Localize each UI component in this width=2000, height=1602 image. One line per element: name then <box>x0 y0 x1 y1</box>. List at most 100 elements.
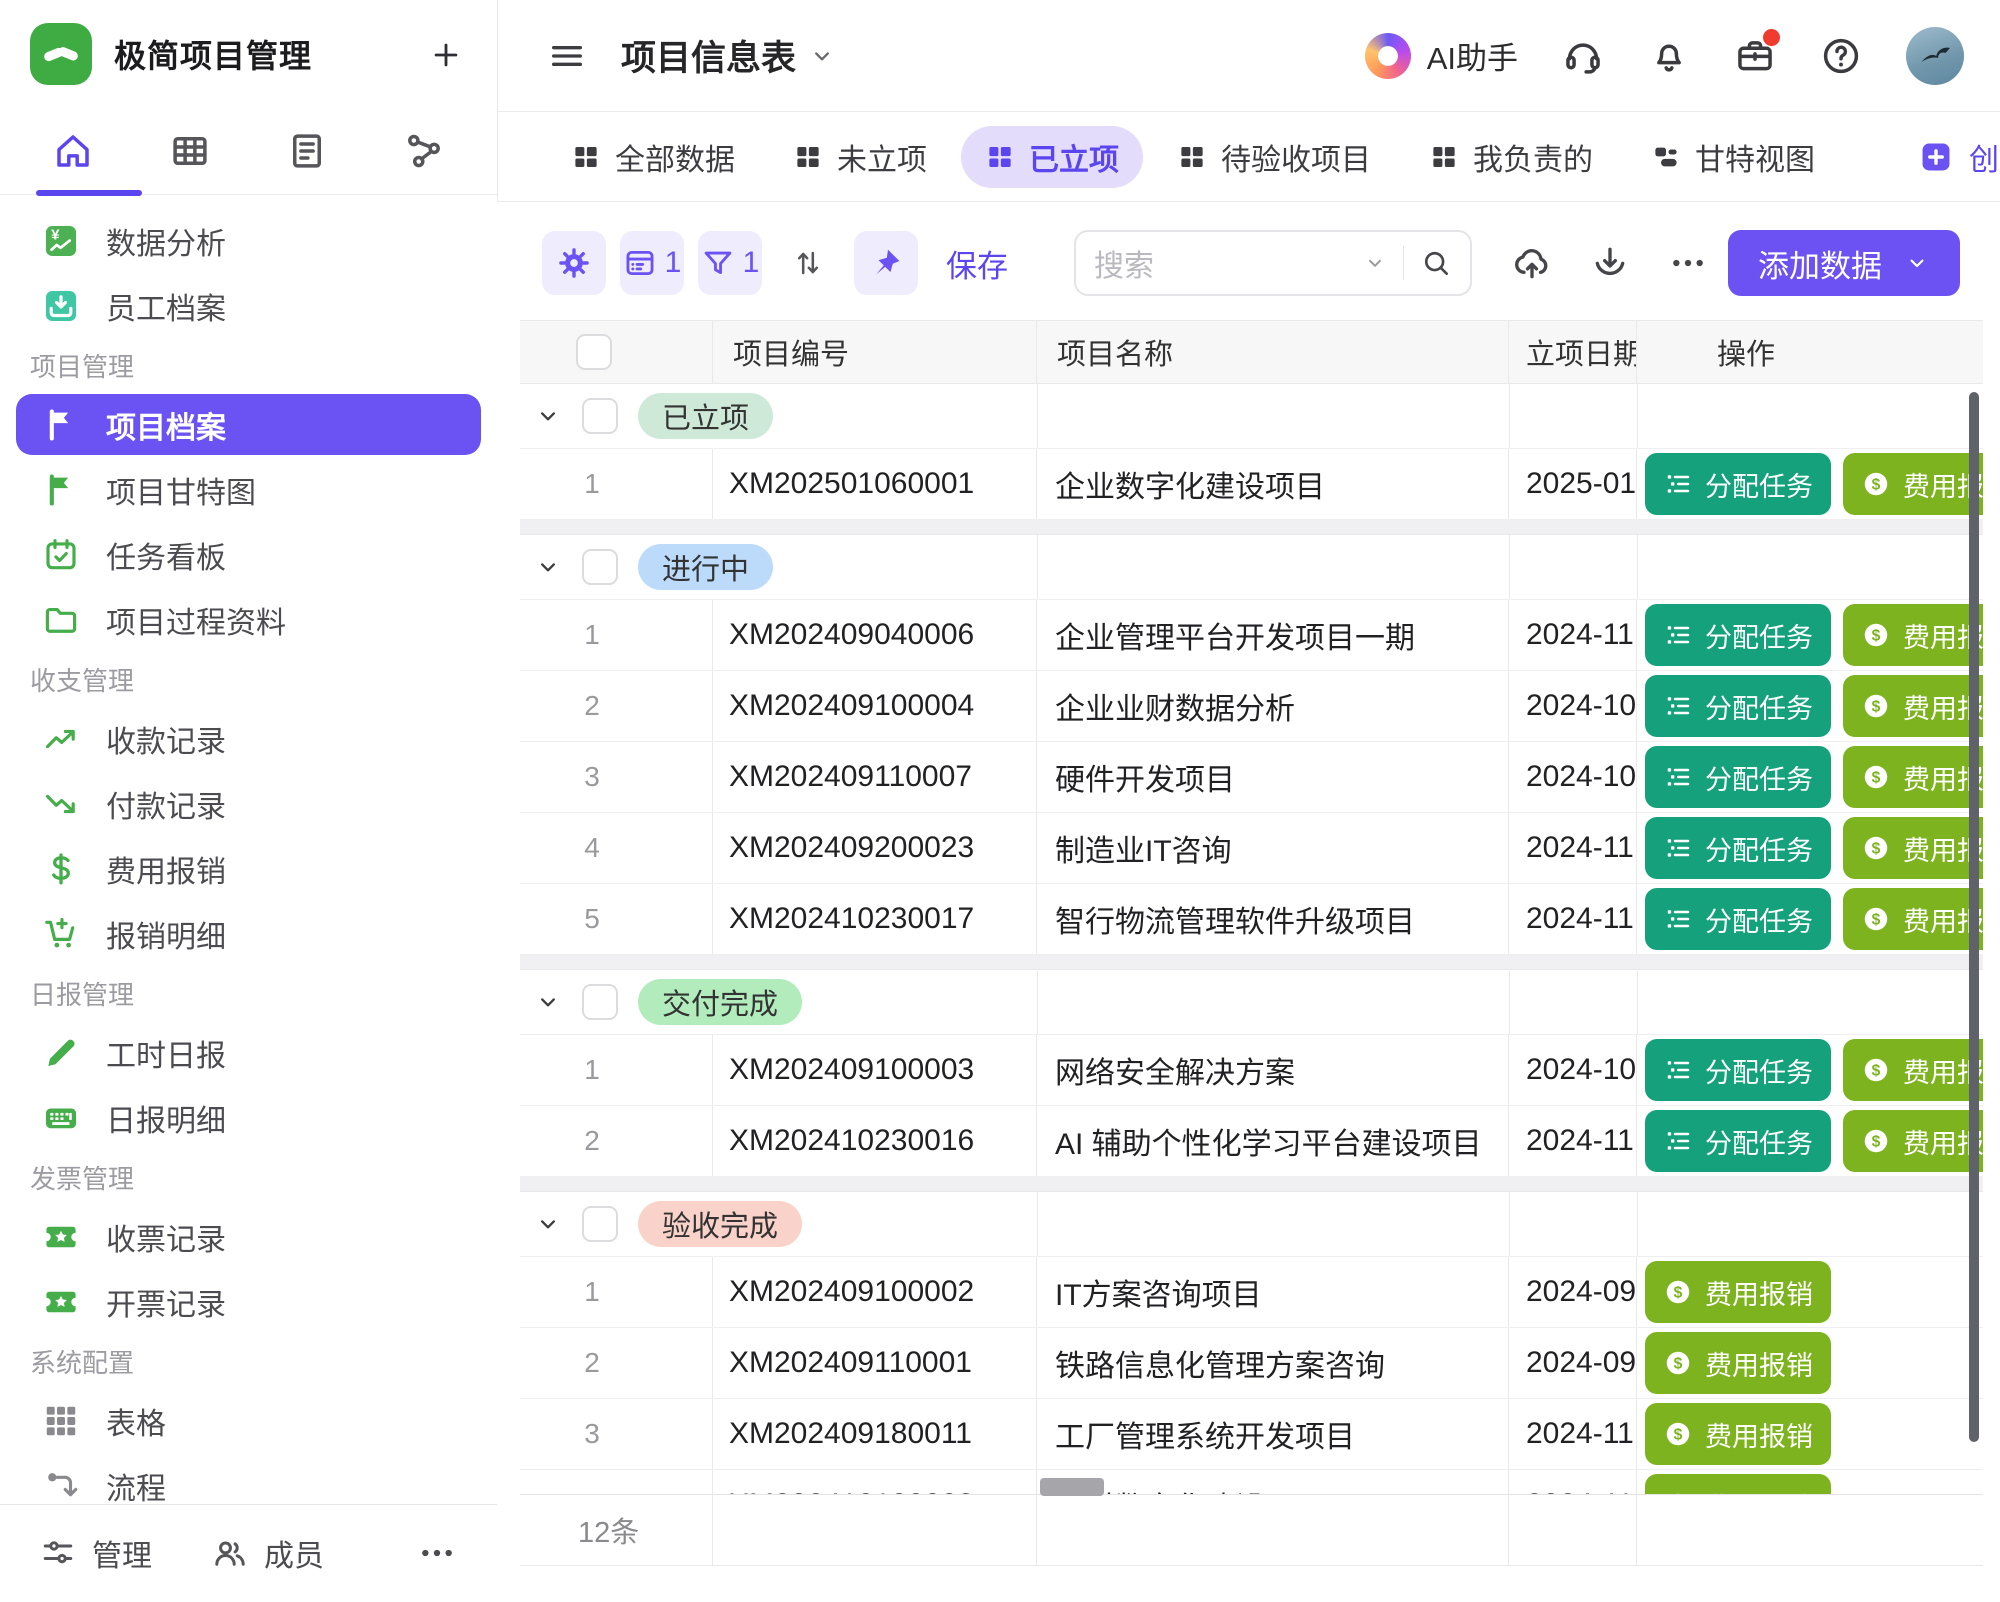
sidebar-more-button[interactable] <box>417 1533 457 1573</box>
sidebar-item[interactable]: 付款记录 <box>0 771 497 836</box>
row-number: 5 <box>576 903 608 935</box>
search-input[interactable]: 搜索 <box>1074 230 1472 296</box>
help-icon[interactable] <box>1820 35 1862 77</box>
sidebar-item[interactable]: 流程 <box>0 1453 497 1505</box>
sidebar-top-tab-table[interactable] <box>169 130 211 172</box>
sort-button[interactable] <box>776 231 840 295</box>
expense-report-button[interactable]: $费用报销 <box>1843 1110 1983 1172</box>
assign-task-button[interactable]: 分配任务 <box>1645 453 1831 515</box>
sidebar-item[interactable]: 开票记录 <box>0 1269 497 1334</box>
view-tab[interactable]: 甘特视图 <box>1627 126 1839 188</box>
pin-button[interactable] <box>854 231 918 295</box>
table-row[interactable]: 2XM202409100004企业业财数据分析2024-10分配任务$费用报销 <box>520 671 1983 742</box>
notifications-bell-icon[interactable] <box>1648 35 1690 77</box>
assign-task-button[interactable]: 分配任务 <box>1645 888 1831 950</box>
assign-task-button[interactable]: 分配任务 <box>1645 604 1831 666</box>
title-dropdown-chevron-icon[interactable] <box>808 42 836 70</box>
sidebar-item[interactable]: 项目过程资料 <box>0 587 497 652</box>
sidebar-top-tab-home[interactable] <box>52 130 94 172</box>
settings-button[interactable] <box>542 231 606 295</box>
sidebar-item[interactable]: 项目甘特图 <box>0 457 497 522</box>
expense-report-button[interactable]: $费用报销 <box>1645 1403 1831 1465</box>
group-checkbox[interactable] <box>582 549 618 585</box>
table-row[interactable]: 4XM202410100003万科数字化建设2024-11$费用报销 <box>520 1470 1983 1494</box>
sidebar-item[interactable]: 报销明细 <box>0 901 497 966</box>
sidebar-item[interactable]: ¥数据分析 <box>0 208 497 273</box>
sidebar-item[interactable]: 工时日报 <box>0 1020 497 1085</box>
group-checkbox[interactable] <box>582 1206 618 1242</box>
sidebar-item-label: 员工档案 <box>106 284 226 328</box>
horizontal-scrollbar-thumb[interactable] <box>1040 1478 1104 1496</box>
view-tab[interactable]: 未立项 <box>769 126 951 188</box>
assign-task-button[interactable]: 分配任务 <box>1645 1039 1831 1101</box>
expense-report-button[interactable]: $费用报销 <box>1843 817 1983 879</box>
sidebar-top-tab-document[interactable] <box>286 130 328 172</box>
sidebar-item[interactable]: 费用报销 <box>0 836 497 901</box>
sidebar-footer-members[interactable]: 成员 <box>212 1531 324 1575</box>
create-view-button[interactable]: 创建视图 <box>1895 126 2000 188</box>
expense-report-button[interactable]: $费用报销 <box>1843 746 1983 808</box>
table-row[interactable]: 5XM202410230017智行物流管理软件升级项目2024-11分配任务$费… <box>520 884 1983 955</box>
expense-report-button[interactable]: $费用报销 <box>1843 453 1983 515</box>
sidebar-item[interactable]: 项目档案 <box>16 394 481 455</box>
table-row[interactable]: 1XM202409040006企业管理平台开发项目一期2024-11分配任务$费… <box>520 600 1983 671</box>
view-tab-label: 我负责的 <box>1473 135 1593 179</box>
assign-task-button[interactable]: 分配任务 <box>1645 1110 1831 1172</box>
expense-report-button[interactable]: $费用报销 <box>1843 675 1983 737</box>
table-row[interactable]: 1XM202409100003网络安全解决方案2024-10分配任务$费用报销 <box>520 1035 1983 1106</box>
project-code-cell: XM202410230016 <box>713 1106 1037 1176</box>
sidebar-item[interactable]: 收款记录 <box>0 706 497 771</box>
search-scope-chevron-icon[interactable] <box>1363 251 1387 275</box>
view-tab[interactable]: 待验收项目 <box>1153 126 1395 188</box>
expense-report-button[interactable]: $费用报销 <box>1843 1039 1983 1101</box>
select-all-checkbox[interactable] <box>576 334 612 370</box>
expense-report-button[interactable]: $费用报销 <box>1645 1474 1831 1494</box>
table-row[interactable]: 4XM202409200023制造业IT咨询2024-11分配任务$费用报销 <box>520 813 1983 884</box>
expense-report-button[interactable]: $费用报销 <box>1843 604 1983 666</box>
expense-report-button[interactable]: $费用报销 <box>1645 1261 1831 1323</box>
view-tab[interactable]: 已立项 <box>961 126 1143 188</box>
expense-report-button[interactable]: $费用报销 <box>1843 888 1983 950</box>
table-row[interactable]: 1XM202501060001企业数字化建设项目2025-01分配任务$费用报销 <box>520 449 1983 520</box>
filter-button[interactable]: 1 <box>698 231 762 295</box>
assign-task-button[interactable]: 分配任务 <box>1645 675 1831 737</box>
search-icon[interactable] <box>1420 247 1452 279</box>
project-name-cell: 万科数字化建设 <box>1037 1470 1509 1494</box>
import-cloud-upload-icon[interactable] <box>1512 243 1552 283</box>
add-workspace-button[interactable] <box>429 38 463 72</box>
assign-task-button[interactable]: 分配任务 <box>1645 817 1831 879</box>
svg-text:$: $ <box>1872 769 1881 786</box>
sidebar-footer-manage[interactable]: 管理 <box>40 1531 152 1575</box>
user-avatar[interactable] <box>1906 27 1964 85</box>
sidebar-item[interactable]: 任务看板 <box>0 522 497 587</box>
vertical-scrollbar-thumb[interactable] <box>1969 392 1979 1442</box>
add-data-button[interactable]: 添加数据 <box>1728 230 1960 296</box>
expense-report-button[interactable]: $费用报销 <box>1645 1332 1831 1394</box>
assign-task-button[interactable]: 分配任务 <box>1645 746 1831 808</box>
sidebar-item[interactable]: 日报明细 <box>0 1085 497 1150</box>
support-headset-icon[interactable] <box>1562 35 1604 77</box>
table-row[interactable]: 3XM202409180011工厂管理系统开发项目2024-11$费用报销 <box>520 1399 1983 1470</box>
field-config-button[interactable]: 1 <box>620 231 684 295</box>
employee-archive-icon <box>42 287 80 325</box>
table-row[interactable]: 2XM202409110001铁路信息化管理方案咨询2024-09$费用报销 <box>520 1328 1983 1399</box>
view-tab[interactable]: 我负责的 <box>1405 126 1617 188</box>
table-row[interactable]: 2XM202410230016AI 辅助个性化学习平台建设项目2024-11分配… <box>520 1106 1983 1177</box>
save-view-button[interactable]: 保存 <box>946 241 1008 286</box>
group-header-spacer-cell <box>1037 970 1509 1034</box>
export-download-icon[interactable] <box>1590 243 1630 283</box>
hamburger-menu-icon[interactable] <box>547 36 587 76</box>
sidebar-item[interactable]: 员工档案 <box>0 273 497 338</box>
group-checkbox[interactable] <box>582 398 618 434</box>
more-actions-icon[interactable] <box>1668 243 1708 283</box>
workspace-briefcase-icon[interactable] <box>1734 35 1776 77</box>
group-checkbox[interactable] <box>582 984 618 1020</box>
sidebar-top-tab-flow[interactable] <box>403 130 445 172</box>
table-row[interactable]: 1XM202409100002IT方案咨询项目2024-09$费用报销 <box>520 1257 1983 1328</box>
sidebar-item[interactable]: 表格 <box>0 1388 497 1453</box>
table-row[interactable]: 3XM202409110007硬件开发项目2024-10分配任务$费用报销 <box>520 742 1983 813</box>
sidebar-item[interactable]: 收票记录 <box>0 1204 497 1269</box>
view-tab[interactable]: 全部数据 <box>547 126 759 188</box>
ai-assistant-button[interactable]: AI助手 <box>1365 33 1518 79</box>
coin-dollar-icon: $ <box>1861 904 1891 934</box>
